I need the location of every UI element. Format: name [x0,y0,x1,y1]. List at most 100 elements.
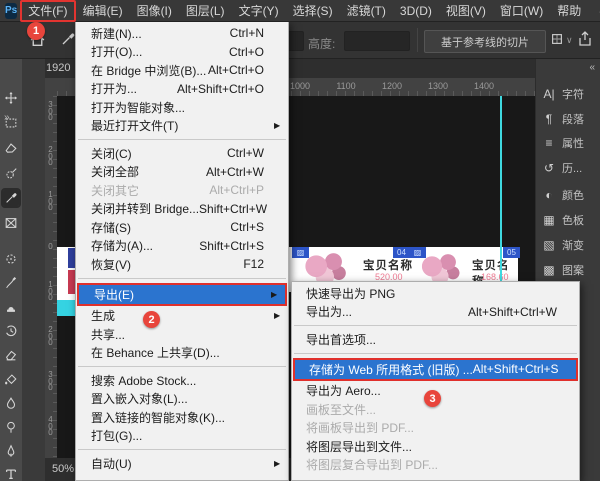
menu-window[interactable]: 窗口(W) [493,0,550,21]
menu-item[interactable]: 置入链接的智能对象(K)... [76,408,288,427]
move-tool[interactable] [3,90,19,106]
dodge-tool[interactable] [3,419,19,435]
menu-item-label: 画板至文件... [306,401,376,418]
collapse-panel-icon[interactable]: « [589,62,595,73]
menu-item[interactable]: 共享... [76,325,288,344]
menu-item[interactable]: 关闭其它 Alt+Ctrl+P [76,181,288,200]
quick-selection-tool[interactable] [3,165,19,181]
menu-type[interactable]: 文字(Y) [232,0,286,21]
menu-item[interactable]: 打开为... Alt+Shift+Ctrl+O [76,80,288,99]
zoom-level[interactable]: 50% [52,463,74,475]
type-tool[interactable] [3,466,19,481]
menu-file[interactable]: 文件(F) [26,3,69,19]
document-tab[interactable]: 1920 [46,62,70,74]
minimize-button[interactable]: — [588,4,600,18]
menu-select[interactable]: 选择(S) [286,0,340,21]
menu-item[interactable]: 将图层复合导出到 PDF... [292,456,579,475]
eyedropper-tool[interactable] [3,190,19,206]
menu-item[interactable]: 恢复(V) F12 [76,255,288,274]
menu-item-label: 将图层复合导出到 PDF... [306,456,438,473]
panel-item[interactable]: ◐ 颜色 [536,184,600,206]
ruler-label: 400 [47,417,54,437]
menu-item[interactable]: 存储(S) Ctrl+S [76,218,288,237]
menu-item[interactable]: 生成 ▶ [76,307,288,326]
menu-item-shortcut: Ctrl+W [227,146,274,160]
menu-item[interactable]: 导出首选项... [292,330,579,349]
spot-healing-tool[interactable] [3,251,19,267]
brush-tool[interactable] [3,275,19,291]
ruler-label: 200 [47,147,54,167]
ruler-label: 200 [47,327,54,347]
menu-item[interactable]: 导出(E) ▶ [79,285,285,304]
panel-item[interactable]: ≡ 属性 [536,132,600,154]
menu-edit[interactable]: 编辑(E) [76,0,130,21]
panel-label: 历... [562,160,582,176]
menu-item[interactable]: 快速导出为 PNG [292,284,579,303]
annotation-step-2-badge: 2 [143,311,160,328]
menu-layer[interactable]: 图层(L) [179,0,232,21]
menu-item[interactable]: 存储为 Web 所用格式 (旧版) ... Alt+Shift+Ctrl+S [295,360,576,379]
menu-item[interactable]: 新建(N)... Ctrl+N [76,24,288,43]
divider [417,28,418,52]
panel-icon: ≡ [536,136,562,150]
pen-tool[interactable] [3,443,19,459]
panel-label: 渐变 [562,237,584,253]
tool-panel-gutter [22,58,45,481]
menu-item[interactable]: 将图层导出到文件... [292,437,579,456]
height-field[interactable] [344,31,410,51]
menu-item[interactable]: 在 Behance 上共享(D)... [76,344,288,363]
panel-item[interactable]: ▧ 渐变 [536,234,600,256]
menu-item-label: 在 Bridge 中浏览(B)... [91,62,206,79]
blur-tool[interactable] [3,395,19,411]
menu-item-shortcut: Alt+Shift+Ctrl+S [473,362,567,376]
slice-number-badge: 05 [503,247,520,258]
menu-item-label: 关闭(C) [91,145,132,162]
panel-item[interactable]: ▦ 色板 [536,209,600,231]
menu-help[interactable]: 帮助 [550,0,588,21]
lasso-tool[interactable] [3,140,19,156]
panel-item[interactable]: A| 字符 [536,83,600,105]
slice-options-icon[interactable] [550,32,564,51]
menu-item[interactable]: 关闭并转到 Bridge... Shift+Ctrl+W [76,200,288,219]
menu-item-label: 关闭全部 [91,163,139,180]
eraser-tool[interactable] [3,347,19,363]
menu-item[interactable]: 将画板导出到 PDF... [292,419,579,438]
ruler-label: 1200 [377,81,407,91]
menu-item[interactable]: 自动(U) ▶ [76,454,288,473]
ruler-label: 1100 [331,81,361,91]
paint-bucket-tool[interactable] [3,371,19,387]
chevron-down-icon[interactable]: ∨ [566,35,573,46]
menu-item[interactable]: 在 Bridge 中浏览(B)... Alt+Ctrl+O [76,61,288,80]
menu-view[interactable]: 视图(V) [439,0,493,21]
menu-item[interactable]: 最近打开文件(T) ▶ [76,117,288,136]
menu-item[interactable]: 存储为(A)... Shift+Ctrl+S [76,237,288,256]
history-brush-tool[interactable] [3,323,19,339]
ruler-label: 100 [47,192,54,212]
photoshop-logo: Ps [5,3,17,19]
panel-item[interactable]: ¶ 段落 [536,108,600,130]
menu-item[interactable]: 导出为... Alt+Shift+Ctrl+W [292,303,579,322]
menu-item-shortcut: Shift+Ctrl+S [199,239,274,253]
menu-item[interactable]: 关闭全部 Alt+Ctrl+W [76,163,288,182]
menu-item-label: 存储为(A)... [91,237,153,254]
panel-item[interactable]: ↺ 历... [536,157,600,179]
slice-icon-badge: ▨ [292,247,309,258]
slices-from-guides-button[interactable]: 基于参考线的切片 [424,30,546,53]
marquee-tool[interactable] [3,115,19,131]
menu-item[interactable]: 打包(G)... [76,427,288,446]
menu-item[interactable]: 打开(O)... Ctrl+O [76,43,288,62]
menu-item-label: 打开为智能对象... [91,99,185,116]
menu-item[interactable]: 打开为智能对象... [76,98,288,117]
menu-3d[interactable]: 3D(D) [393,2,439,20]
menu-item[interactable]: 关闭(C) Ctrl+W [76,144,288,163]
share-icon[interactable] [577,30,593,53]
slice-tool[interactable] [3,215,19,231]
menu-image[interactable]: 图像(I) [130,0,179,21]
menu-item[interactable]: 置入嵌入对象(L)... [76,390,288,409]
menu-item-shortcut: Shift+Ctrl+W [199,202,277,216]
panel-item[interactable]: ▩ 图案 [536,259,600,281]
menu-item-shortcut: Alt+Ctrl+W [206,165,274,179]
menu-item[interactable]: 搜索 Adobe Stock... [76,371,288,390]
menu-filter[interactable]: 滤镜(T) [340,0,393,21]
clone-stamp-tool[interactable] [3,299,19,315]
